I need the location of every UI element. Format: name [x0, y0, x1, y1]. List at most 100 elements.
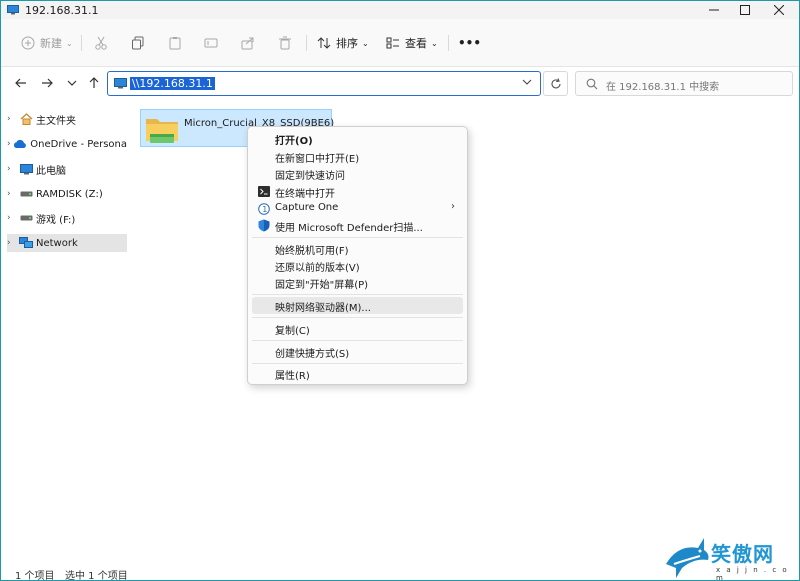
sidebar-item-games-drive[interactable]: › 游戏 (F:) [7, 209, 127, 227]
chevron-right-icon[interactable]: › [7, 238, 17, 248]
status-selected-count: 选中 1 个项目 [65, 571, 128, 581]
copy-button[interactable] [131, 33, 145, 53]
sort-button[interactable]: 排序 ⌄ [317, 33, 369, 53]
toolbar-divider [306, 35, 307, 51]
watermark-url: x a j j n . c o m [716, 566, 789, 581]
share-button[interactable] [241, 33, 255, 53]
view-button[interactable]: 查看 ⌄ [386, 33, 438, 53]
rename-button[interactable] [204, 33, 218, 53]
rename-icon [204, 38, 218, 48]
menu-item-label: 创建快捷方式(S) [275, 349, 350, 360]
chevron-down-icon [67, 80, 77, 86]
menu-item-label: 复制(C) [275, 326, 310, 337]
menu-item-pin-quick-access[interactable]: 固定到快速访问 [252, 165, 463, 182]
menu-item-open-new-window[interactable]: 在新窗口中打开(E) [252, 148, 463, 165]
address-bar[interactable]: \\192.168.31.1 [107, 71, 541, 96]
minimize-icon [709, 9, 719, 11]
window-title: 192.168.31.1 [25, 4, 99, 17]
menu-item-defender-scan[interactable]: 使用 Microsoft Defender扫描... [252, 217, 463, 234]
arrow-right-icon [42, 78, 53, 88]
up-button[interactable] [86, 75, 102, 91]
scissors-icon [95, 36, 107, 50]
sort-icon [317, 37, 331, 49]
paste-button[interactable] [168, 33, 182, 53]
cut-button[interactable] [94, 33, 108, 53]
arrow-left-icon [15, 78, 26, 88]
menu-item-map-network-drive[interactable]: 映射网络驱动器(M)... [252, 297, 463, 314]
search-input[interactable]: 在 192.168.31.1 中搜索 [606, 78, 719, 93]
new-button[interactable]: 新建 ⌄ [21, 33, 73, 53]
share-icon [241, 37, 254, 50]
plus-circle-icon [21, 36, 35, 50]
menu-item-label: 属性(R) [275, 371, 310, 382]
clipboard-icon [169, 37, 181, 50]
address-history-button[interactable] [522, 77, 532, 90]
sidebar-item-onedrive[interactable]: › OneDrive - Persona [7, 135, 127, 153]
network-icon [19, 236, 33, 250]
sidebar-item-label: RAMDISK (Z:) [36, 188, 103, 200]
menu-item-label: 在终端中打开 [275, 189, 335, 200]
menu-item-restore-versions[interactable]: 还原以前的版本(V) [252, 257, 463, 274]
new-label: 新建 [40, 37, 62, 50]
maximize-button[interactable] [728, 1, 762, 19]
close-button[interactable] [762, 1, 796, 19]
menu-item-label: 打开(O) [275, 136, 313, 147]
menu-item-properties[interactable]: 属性(R) [252, 365, 463, 382]
sidebar-item-ramdisk[interactable]: › RAMDISK (Z:) [7, 185, 127, 203]
address-input[interactable]: \\192.168.31.1 [130, 77, 215, 90]
menu-item-open[interactable]: 打开(O) [252, 130, 463, 147]
chevron-down-icon: ⌄ [431, 38, 438, 48]
monitor-icon [7, 5, 19, 15]
chevron-down-icon: ⌄ [362, 38, 369, 48]
sidebar-item-home[interactable]: › 主文件夹 [7, 110, 127, 128]
navigation-bar: \\192.168.31.1 在 192.168.31.1 中搜索 [1, 67, 799, 99]
more-options-button[interactable]: ••• [458, 33, 481, 53]
refresh-button[interactable] [543, 71, 568, 96]
sidebar-item-network[interactable]: › Network [7, 234, 127, 252]
chevron-right-icon: › [451, 201, 455, 212]
capture-one-icon: 1 [257, 202, 270, 215]
chevron-right-icon[interactable]: › [7, 164, 17, 174]
title-bar[interactable]: 192.168.31.1 [1, 1, 799, 19]
toolbar-divider [448, 35, 449, 51]
shared-folder-icon [145, 114, 179, 147]
chevron-right-icon[interactable]: › [7, 139, 11, 149]
chevron-right-icon[interactable]: › [7, 189, 17, 199]
minimize-button[interactable] [697, 1, 731, 19]
sidebar-item-this-pc[interactable]: › 此电脑 [7, 160, 127, 178]
view-icon [386, 37, 399, 49]
drive-icon [19, 211, 33, 225]
menu-item-label: 使用 Microsoft Defender扫描... [275, 223, 423, 234]
menu-item-open-in-terminal[interactable]: 在终端中打开 [252, 183, 463, 200]
explorer-window: 192.168.31.1 新建 ⌄ 排序 ⌄ 查看 ⌄ ••• \\192.16… [0, 0, 800, 581]
menu-item-always-offline[interactable]: 始终脱机可用(F) [252, 240, 463, 257]
shark-icon [666, 538, 709, 578]
shield-icon [257, 219, 270, 232]
view-label: 查看 [405, 37, 427, 50]
forward-button[interactable] [39, 75, 55, 91]
context-menu: 打开(O) 在新窗口中打开(E) 固定到快速访问 在终端中打开 1 Captur… [247, 126, 468, 385]
svg-text:1: 1 [262, 205, 267, 214]
chevron-down-icon [522, 79, 532, 85]
status-item-count: 1 个项目 [15, 571, 55, 581]
search-box[interactable]: 在 192.168.31.1 中搜索 [575, 71, 793, 96]
trash-icon [279, 36, 291, 50]
menu-item-create-shortcut[interactable]: 创建快捷方式(S) [252, 343, 463, 360]
monitor-icon [19, 162, 33, 176]
menu-item-pin-start[interactable]: 固定到"开始"屏幕(P) [252, 274, 463, 291]
menu-item-label: 在新窗口中打开(E) [275, 154, 360, 165]
chevron-right-icon[interactable]: › [7, 114, 17, 124]
sort-label: 排序 [336, 37, 358, 50]
menu-item-capture-one[interactable]: 1 Capture One › [252, 200, 463, 217]
menu-separator [252, 363, 463, 364]
recent-locations-button[interactable] [64, 75, 80, 91]
menu-item-copy[interactable]: 复制(C) [252, 320, 463, 337]
more-icon: ••• [458, 36, 482, 50]
search-icon [586, 78, 598, 93]
menu-item-label: 固定到快速访问 [275, 171, 345, 182]
back-button[interactable] [13, 75, 29, 91]
menu-separator [252, 294, 463, 295]
delete-button[interactable] [278, 33, 292, 53]
chevron-right-icon[interactable]: › [7, 213, 17, 223]
menu-item-label: 还原以前的版本(V) [275, 263, 360, 274]
